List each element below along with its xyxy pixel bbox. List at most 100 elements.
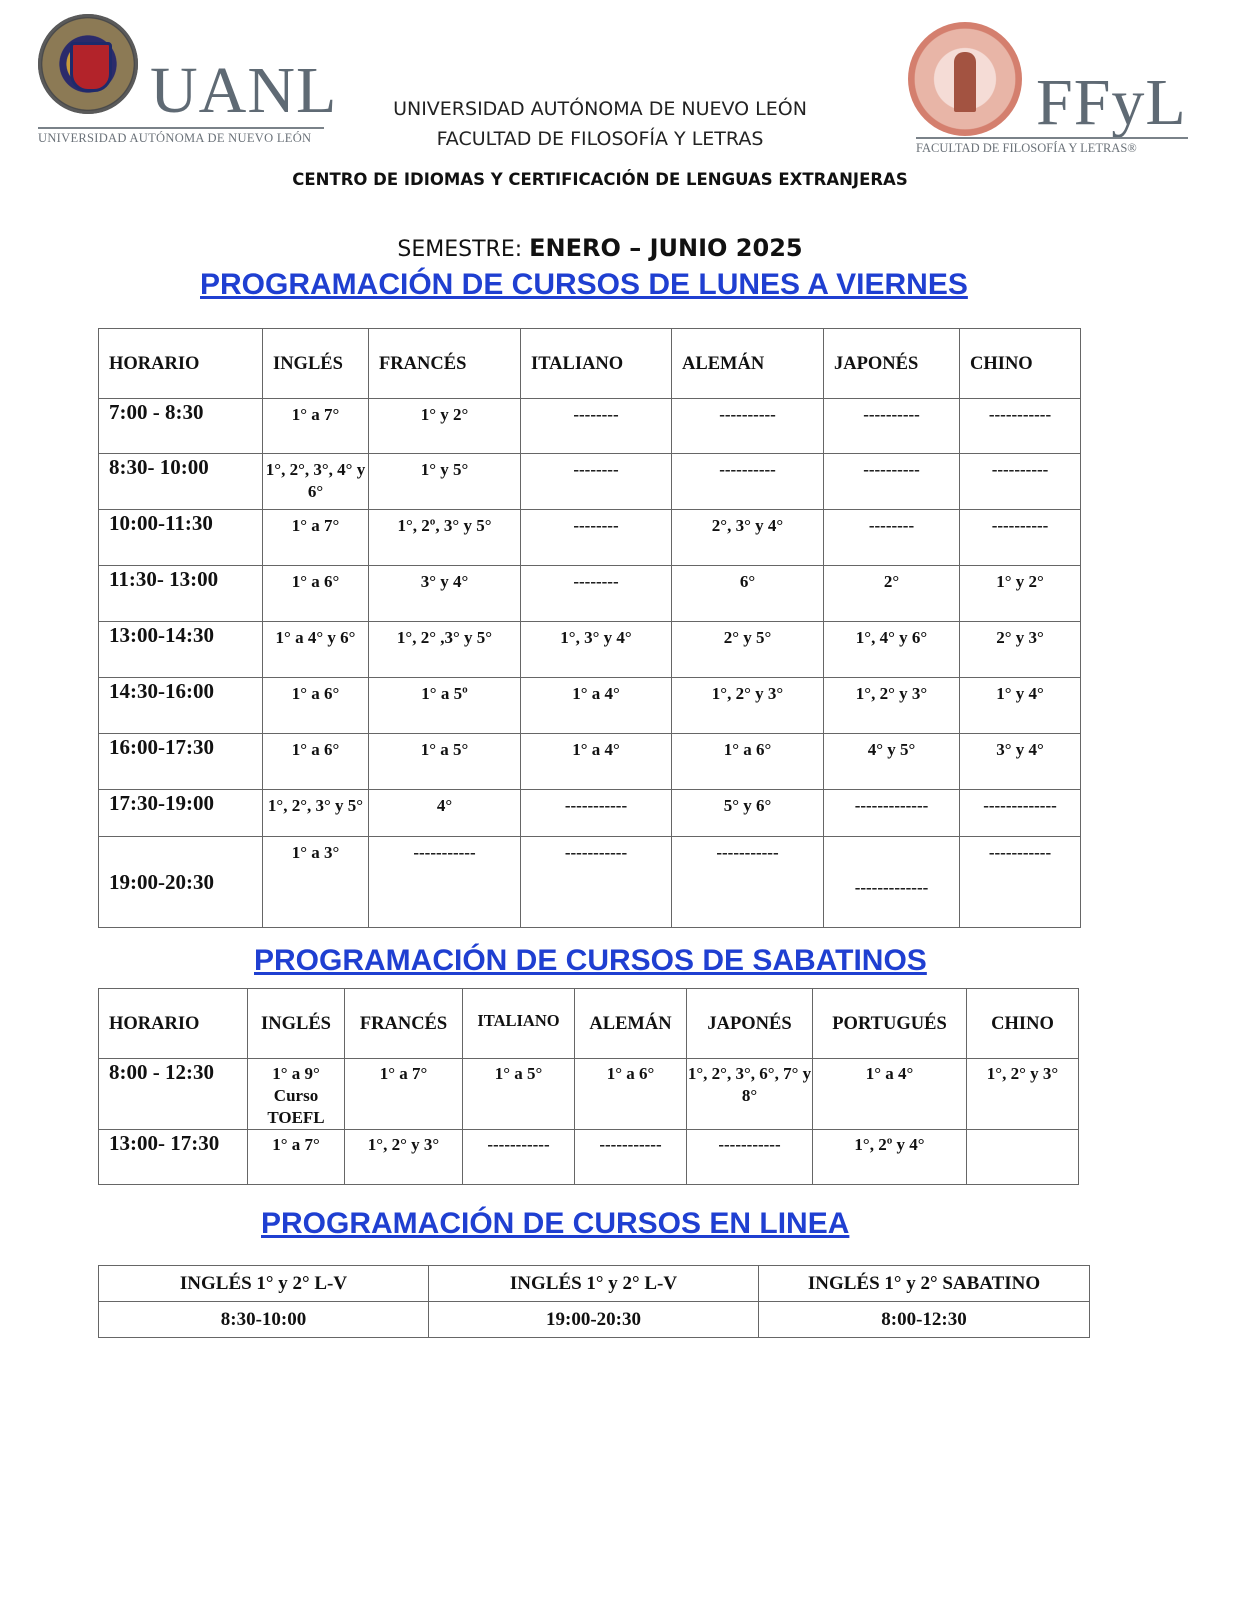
column-header: ALEMÁN	[574, 988, 687, 1059]
table-cell: -----------	[959, 836, 1081, 928]
table-cell: 2° y 5°	[671, 621, 824, 678]
table-cell: 1° a 5º	[368, 677, 521, 734]
table-cell: 1° a 6°	[574, 1058, 687, 1130]
time-slot-cell: 13:00- 17:30	[98, 1129, 248, 1185]
column-header: ITALIANO	[462, 988, 575, 1059]
time-slot-cell: 7:00 - 8:30	[98, 398, 263, 454]
table-cell: ----------	[823, 398, 960, 454]
column-header: INGLÉS 1° y 2° SABATINO	[758, 1265, 1090, 1302]
table-row: 13:00-14:30 1° a 4° y 6° 1°, 2° ,3° y 5° 1°…	[98, 621, 1081, 678]
table-row: 8:00 - 12:30 1° a 9° Curso TOEFL 1° a 7° 1°…	[98, 1058, 1079, 1130]
table-cell: ----------	[671, 453, 824, 510]
column-header: INGLÉS 1° y 2° L-V	[98, 1265, 429, 1302]
table-cell: 8:00-12:30	[758, 1301, 1090, 1338]
table-cell: -----------	[462, 1129, 575, 1185]
table-cell: 1° a 4°	[812, 1058, 967, 1130]
time-slot-cell: 19:00-20:30	[98, 836, 263, 928]
column-header: ALEMÁN	[671, 328, 824, 399]
time-slot-cell: 10:00-11:30	[98, 509, 263, 566]
table-cell: 19:00-20:30	[428, 1301, 759, 1338]
column-header: CHINO	[966, 988, 1079, 1059]
table-cell: 1° a 4° y 6°	[262, 621, 369, 678]
table-cell: 1°, 2° y 3°	[966, 1058, 1079, 1130]
table-cell: 1°, 3° y 4°	[520, 621, 672, 678]
table-cell: 1°, 2°, 3° y 5°	[262, 789, 369, 837]
table-cell: 1°, 2º, 3° y 5°	[368, 509, 521, 566]
time-slot-cell: 8:00 - 12:30	[98, 1058, 248, 1130]
table-cell: 2°	[823, 565, 960, 622]
table-cell: 1°, 2° ,3° y 5°	[368, 621, 521, 678]
column-header: INGLÉS	[247, 988, 345, 1059]
online-title: PROGRAMACIÓN DE CURSOS EN LINEA	[261, 1207, 850, 1240]
semester-line: SEMESTRE: ENERO – JUNIO 2025	[0, 234, 1218, 262]
table-row: 14:30-16:00 1° a 6° 1° a 5º 1° a 4° 1°, 2° y…	[98, 677, 1081, 734]
time-slot-cell: 16:00-17:30	[98, 733, 263, 790]
table-cell: 1°, 2° y 3°	[671, 677, 824, 734]
table-cell: 1° y 4°	[959, 677, 1081, 734]
table-cell: 1° a 6°	[262, 565, 369, 622]
table-cell: -------------	[823, 789, 960, 837]
table-cell: -------------	[823, 836, 960, 928]
table-cell: 1° a 7°	[262, 509, 369, 566]
table-row: 17:30-19:00 1°, 2°, 3° y 5° 4° ----------- 5…	[98, 789, 1081, 837]
table-row: 8:30- 10:00 1°, 2°, 3°, 4° y 6° 1° y 5° ---…	[98, 453, 1081, 510]
table-cell: 1° a 6°	[262, 677, 369, 734]
semester-label: SEMESTRE:	[397, 237, 530, 262]
center-name: CENTRO DE IDIOMAS Y CERTIFICACIÓN DE LEN…	[292, 170, 908, 189]
university-name: UNIVERSIDAD AUTÓNOMA DE NUEVO LEÓN	[393, 98, 807, 120]
saturday-header-row: HORARIO INGLÉS FRANCÉS ITALIANO ALEMÁN J…	[98, 988, 1079, 1059]
table-cell: ----------	[959, 453, 1081, 510]
table-cell: 4°	[368, 789, 521, 837]
time-slot-cell: 14:30-16:00	[98, 677, 263, 734]
table-cell: -----------	[686, 1129, 813, 1185]
table-cell	[966, 1129, 1079, 1185]
column-header: HORARIO	[98, 328, 263, 399]
table-cell: 1° a 4°	[520, 677, 672, 734]
online-times-row: 8:30-10:00 19:00-20:30 8:00-12:30	[98, 1301, 1090, 1338]
table-cell: -----------	[368, 836, 521, 928]
table-row: 10:00-11:30 1° a 7° 1°, 2º, 3° y 5° -------…	[98, 509, 1081, 566]
weekday-schedule-table: HORARIO INGLÉS FRANCÉS ITALIANO ALEMÁN J…	[98, 328, 1081, 928]
weekday-title: PROGRAMACIÓN DE CURSOS DE LUNES A VIERNE…	[200, 268, 968, 301]
column-header: CHINO	[959, 328, 1081, 399]
table-cell: 5° y 6°	[671, 789, 824, 837]
online-schedule-table: INGLÉS 1° y 2° L-V INGLÉS 1° y 2° L-V IN…	[98, 1265, 1090, 1338]
table-cell: 3° y 4°	[368, 565, 521, 622]
table-cell: --------	[520, 565, 672, 622]
table-row: 13:00- 17:30 1° a 7° 1°, 2° y 3° ----------…	[98, 1129, 1079, 1185]
column-header: FRANCÉS	[368, 328, 521, 399]
table-cell: 2°, 3° y 4°	[671, 509, 824, 566]
column-header: HORARIO	[98, 988, 248, 1059]
table-cell: 1° a 7°	[247, 1129, 345, 1185]
table-cell: 1° a 9° Curso TOEFL	[247, 1058, 345, 1130]
table-cell: 1° a 7°	[262, 398, 369, 454]
faculty-name: FACULTAD DE FILOSOFÍA Y LETRAS	[436, 128, 764, 150]
column-header: INGLÉS 1° y 2° L-V	[428, 1265, 759, 1302]
table-cell: -----------	[520, 836, 672, 928]
online-header-row: INGLÉS 1° y 2° L-V INGLÉS 1° y 2° L-V IN…	[98, 1265, 1090, 1302]
table-cell: 6°	[671, 565, 824, 622]
table-cell: 1°, 2°, 3°, 6°, 7° y 8°	[686, 1058, 813, 1130]
table-cell: 1° a 5°	[368, 733, 521, 790]
table-cell: --------	[823, 509, 960, 566]
table-cell: 2° y 3°	[959, 621, 1081, 678]
table-cell: --------	[520, 509, 672, 566]
table-cell: 1° a 4°	[520, 733, 672, 790]
table-cell: ----------	[823, 453, 960, 510]
table-cell: 4° y 5°	[823, 733, 960, 790]
table-cell: 1° a 3°	[262, 836, 369, 928]
table-cell: 1°, 2° y 3°	[823, 677, 960, 734]
table-cell: 3° y 4°	[959, 733, 1081, 790]
table-cell: --------	[520, 453, 672, 510]
table-cell: -----------	[574, 1129, 687, 1185]
table-cell: -------------	[959, 789, 1081, 837]
column-header: PORTUGUÉS	[812, 988, 967, 1059]
time-slot-cell: 13:00-14:30	[98, 621, 263, 678]
saturday-schedule-table: HORARIO INGLÉS FRANCÉS ITALIANO ALEMÁN J…	[98, 988, 1079, 1185]
column-header: ITALIANO	[520, 328, 672, 399]
table-cell: --------	[520, 398, 672, 454]
semester-value: ENERO – JUNIO 2025	[529, 234, 803, 262]
table-cell: 1° a 6°	[671, 733, 824, 790]
table-cell: 1° a 5°	[462, 1058, 575, 1130]
column-header: JAPONÉS	[686, 988, 813, 1059]
